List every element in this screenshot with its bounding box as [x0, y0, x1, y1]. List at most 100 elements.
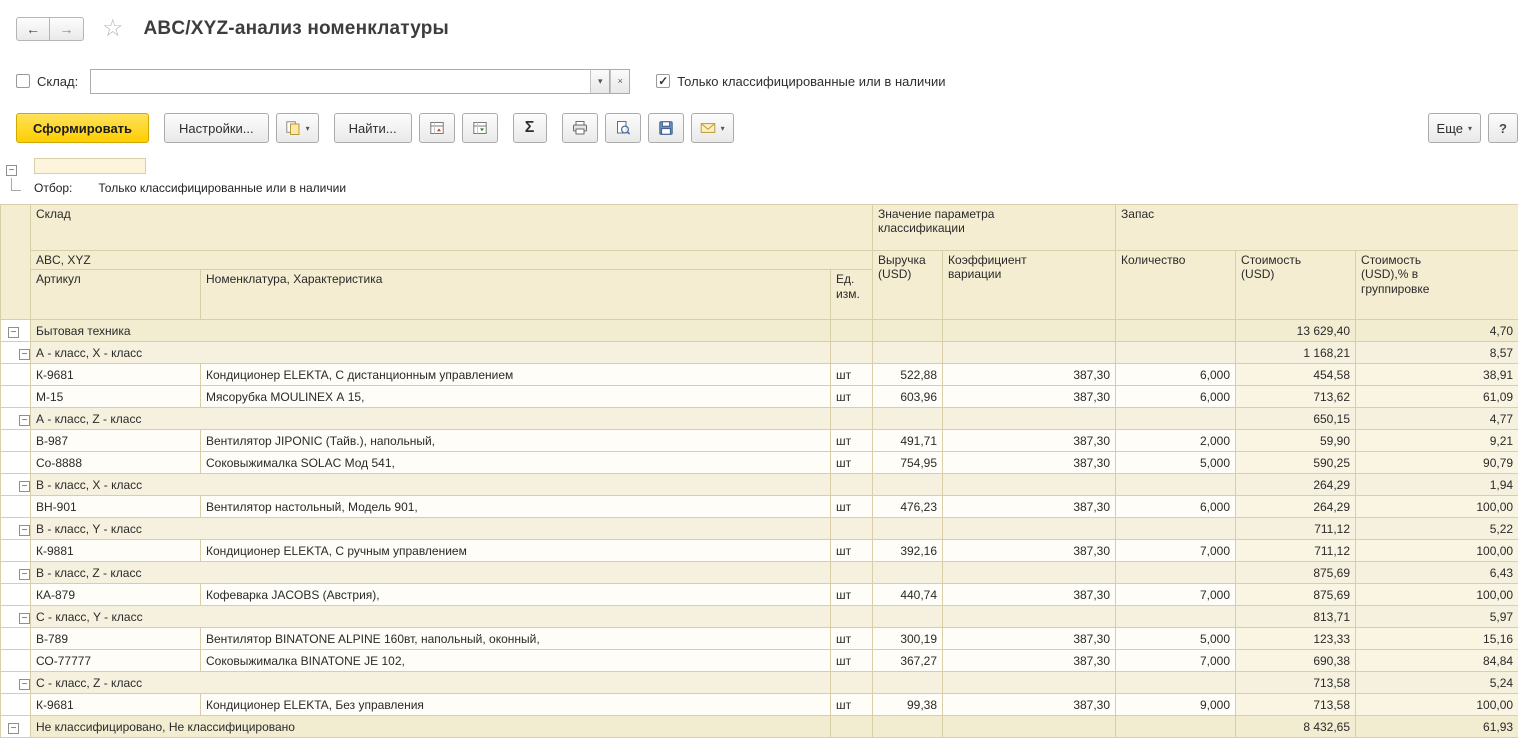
variation-cell[interactable] — [943, 606, 1116, 628]
unit-cell[interactable]: шт — [831, 430, 873, 452]
article-cell[interactable]: К-9681 — [31, 364, 201, 386]
only-classified-filter[interactable]: ✓ Только классифицированные или в наличи… — [656, 74, 945, 89]
unit-cell[interactable] — [831, 606, 873, 628]
unit-cell[interactable] — [831, 672, 873, 694]
unit-cell[interactable]: шт — [831, 628, 873, 650]
print-preview-button[interactable] — [605, 113, 641, 143]
collapse-groups-button[interactable] — [419, 113, 455, 143]
name-cell[interactable]: Соковыжималка BINATONE JE 102, — [201, 650, 831, 672]
back-button[interactable]: ← — [16, 17, 50, 41]
help-button[interactable]: ? — [1488, 113, 1518, 143]
revenue-cell[interactable] — [873, 408, 943, 430]
report-variants-button[interactable]: ▾ — [276, 113, 319, 143]
unit-cell[interactable] — [831, 474, 873, 496]
unit-cell[interactable]: шт — [831, 452, 873, 474]
pct-cell[interactable]: 61,93 — [1356, 716, 1518, 738]
revenue-cell[interactable]: 754,95 — [873, 452, 943, 474]
revenue-cell[interactable] — [873, 716, 943, 738]
revenue-cell[interactable]: 392,16 — [873, 540, 943, 562]
group-name-cell[interactable]: А - класс, Z - класс — [31, 408, 831, 430]
pct-cell[interactable]: 8,57 — [1356, 342, 1518, 364]
revenue-cell[interactable] — [873, 562, 943, 584]
cost-cell[interactable]: 59,90 — [1236, 430, 1356, 452]
collapse-all-icon[interactable]: − — [6, 165, 17, 176]
collapse-group-icon[interactable]: − — [19, 349, 30, 360]
revenue-cell[interactable] — [873, 474, 943, 496]
qty-cell[interactable]: 6,000 — [1116, 386, 1236, 408]
unit-cell[interactable] — [831, 562, 873, 584]
find-button[interactable]: Найти... — [334, 113, 412, 143]
totals-button[interactable]: Σ — [513, 113, 547, 143]
revenue-cell[interactable]: 603,96 — [873, 386, 943, 408]
cost-cell[interactable]: 264,29 — [1236, 496, 1356, 518]
collapse-group-icon[interactable]: − — [8, 327, 19, 338]
article-cell[interactable]: СО-77777 — [31, 650, 201, 672]
variation-cell[interactable] — [943, 562, 1116, 584]
name-cell[interactable]: Вентилятор настольный, Модель 901, — [201, 496, 831, 518]
warehouse-input[interactable] — [90, 69, 590, 94]
cost-cell[interactable]: 650,15 — [1236, 408, 1356, 430]
revenue-cell[interactable]: 367,27 — [873, 650, 943, 672]
pct-cell[interactable]: 15,16 — [1356, 628, 1518, 650]
qty-cell[interactable]: 6,000 — [1116, 496, 1236, 518]
unit-cell[interactable]: шт — [831, 584, 873, 606]
collapse-group-icon[interactable]: − — [8, 723, 19, 734]
pct-cell[interactable]: 6,43 — [1356, 562, 1518, 584]
expand-groups-button[interactable] — [462, 113, 498, 143]
unit-cell[interactable]: шт — [831, 364, 873, 386]
qty-cell[interactable] — [1116, 672, 1236, 694]
article-cell[interactable]: КА-879 — [31, 584, 201, 606]
revenue-cell[interactable]: 476,23 — [873, 496, 943, 518]
generate-button[interactable]: Сформировать — [16, 113, 149, 143]
qty-cell[interactable] — [1116, 716, 1236, 738]
pct-cell[interactable]: 9,21 — [1356, 430, 1518, 452]
name-cell[interactable]: Кофеварка JACOBS (Австрия), — [201, 584, 831, 606]
qty-cell[interactable] — [1116, 408, 1236, 430]
group-name-cell[interactable]: С - класс, Z - класс — [31, 672, 831, 694]
pct-cell[interactable]: 4,77 — [1356, 408, 1518, 430]
warehouse-filter[interactable]: Склад: — [16, 74, 78, 89]
cost-cell[interactable]: 713,58 — [1236, 672, 1356, 694]
revenue-cell[interactable] — [873, 672, 943, 694]
variation-cell[interactable]: 387,30 — [943, 386, 1116, 408]
collapse-group-icon[interactable]: − — [19, 481, 30, 492]
revenue-cell[interactable]: 300,19 — [873, 628, 943, 650]
group-name-cell[interactable]: Не классифицировано, Не классифицировано — [31, 716, 831, 738]
pct-cell[interactable]: 1,94 — [1356, 474, 1518, 496]
article-cell[interactable]: К-9881 — [31, 540, 201, 562]
qty-cell[interactable] — [1116, 518, 1236, 540]
collapse-group-icon[interactable]: − — [19, 613, 30, 624]
revenue-cell[interactable] — [873, 342, 943, 364]
collapse-group-icon[interactable]: − — [19, 679, 30, 690]
unit-cell[interactable]: шт — [831, 386, 873, 408]
variation-cell[interactable]: 387,30 — [943, 694, 1116, 716]
unit-cell[interactable] — [831, 342, 873, 364]
cost-cell[interactable]: 875,69 — [1236, 562, 1356, 584]
qty-cell[interactable]: 9,000 — [1116, 694, 1236, 716]
cost-cell[interactable]: 1 168,21 — [1236, 342, 1356, 364]
variation-cell[interactable]: 387,30 — [943, 496, 1116, 518]
article-cell[interactable]: М-15 — [31, 386, 201, 408]
revenue-cell[interactable]: 491,71 — [873, 430, 943, 452]
unit-cell[interactable]: шт — [831, 650, 873, 672]
group-name-cell[interactable]: А - класс, X - класс — [31, 342, 831, 364]
cost-cell[interactable]: 813,71 — [1236, 606, 1356, 628]
warehouse-checkbox[interactable] — [16, 74, 30, 88]
cost-cell[interactable]: 8 432,65 — [1236, 716, 1356, 738]
cost-cell[interactable]: 690,38 — [1236, 650, 1356, 672]
article-cell[interactable]: ВН-901 — [31, 496, 201, 518]
name-cell[interactable]: Вентилятор BINATONE ALPINE 160вт, наполь… — [201, 628, 831, 650]
favorite-star-icon[interactable]: ☆ — [102, 17, 124, 41]
cost-cell[interactable]: 264,29 — [1236, 474, 1356, 496]
variation-cell[interactable]: 387,30 — [943, 452, 1116, 474]
cost-cell[interactable]: 713,58 — [1236, 694, 1356, 716]
variation-cell[interactable]: 387,30 — [943, 628, 1116, 650]
revenue-cell[interactable]: 522,88 — [873, 364, 943, 386]
group-name-cell[interactable]: В - класс, Z - класс — [31, 562, 831, 584]
variation-cell[interactable]: 387,30 — [943, 430, 1116, 452]
variation-cell[interactable] — [943, 320, 1116, 342]
cost-cell[interactable]: 454,58 — [1236, 364, 1356, 386]
send-email-button[interactable]: ▾ — [691, 113, 734, 143]
article-cell[interactable]: Со-8888 — [31, 452, 201, 474]
forward-button[interactable]: → — [50, 17, 84, 41]
